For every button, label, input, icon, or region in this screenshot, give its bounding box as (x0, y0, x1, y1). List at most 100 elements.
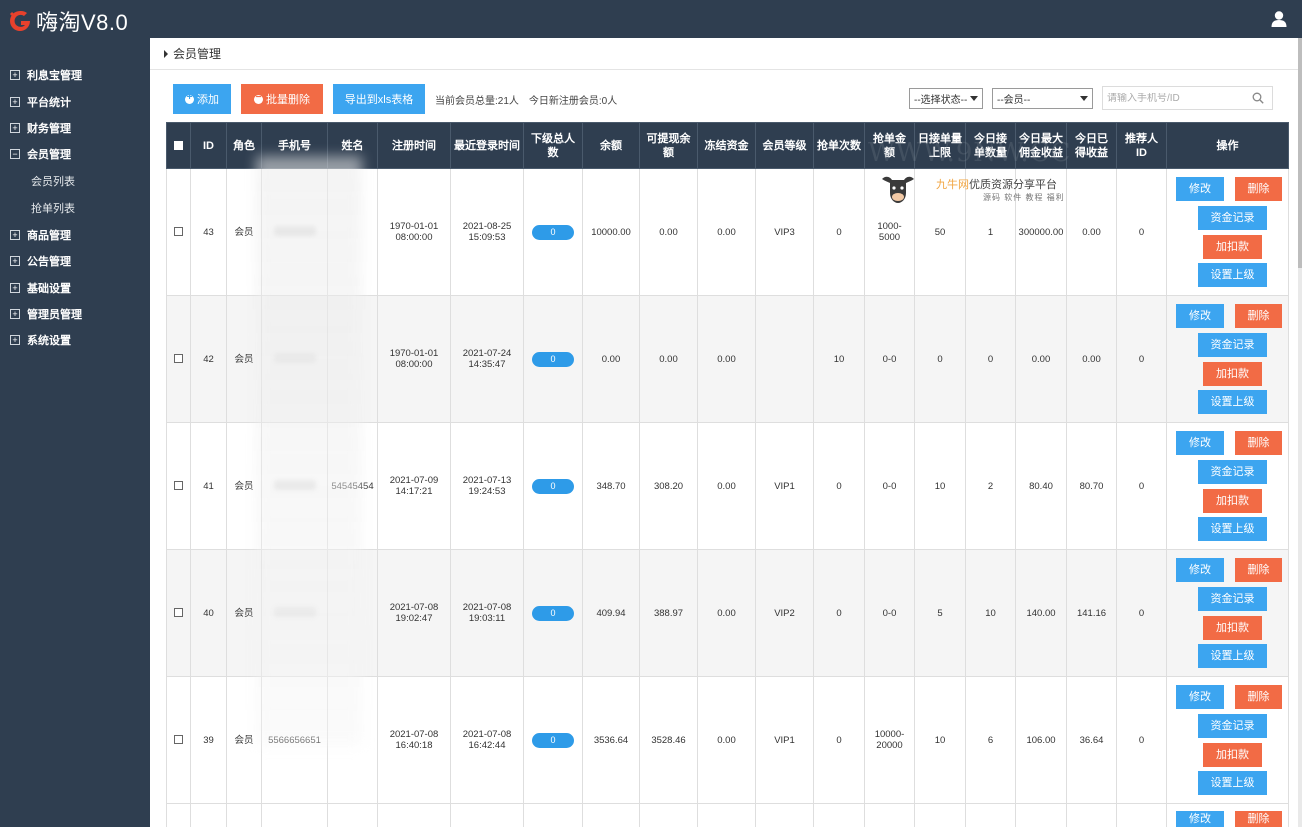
cell-empty (226, 803, 262, 827)
edit-button[interactable]: 修改 (1176, 558, 1224, 582)
chevron-down-icon (1080, 96, 1088, 101)
edit-button[interactable]: 修改 (1176, 304, 1224, 328)
subordinates-badge[interactable]: 0 (532, 351, 574, 367)
plus-circle-icon (185, 92, 194, 104)
select-all-checkbox[interactable] (174, 141, 183, 151)
cell-id: 42 (190, 295, 227, 423)
scrollbar-thumb[interactable] (1298, 38, 1302, 268)
select-all-header[interactable] (166, 122, 191, 169)
sidebar-item-stats[interactable]: + 平台统计 (0, 88, 150, 114)
sidebar-item-basic[interactable]: + 基础设置 (0, 274, 150, 300)
reg-clock: 14:17:21 (395, 486, 433, 497)
sidebar-item-finance[interactable]: + 财务管理 (0, 115, 150, 141)
cell-level: VIP3 (755, 168, 814, 296)
sidebar-item-notice[interactable]: + 公告管理 (0, 248, 150, 274)
blurred-phone (273, 606, 316, 617)
sidebar-item-goods[interactable]: + 商品管理 (0, 222, 150, 248)
delete-button[interactable]: 删除 (1235, 558, 1282, 582)
fund-record-button[interactable]: 资金记录 (1198, 714, 1267, 738)
batch-delete-button[interactable]: 批量删除 (241, 84, 323, 114)
adjust-balance-button[interactable]: 加扣款 (1203, 362, 1262, 386)
sidebar-item-interest[interactable]: + 利息宝管理 (0, 62, 150, 88)
reg-clock: 19:02:47 (395, 613, 433, 624)
status-select[interactable]: --选择状态-- (909, 88, 983, 109)
sidebar-subitem-grab-list[interactable]: 抢单列表 (0, 195, 150, 222)
sidebar-item-label: 商品管理 (27, 229, 71, 242)
row-checkbox[interactable] (174, 227, 183, 237)
cell-today-orders: 2 (965, 422, 1016, 550)
fund-record-button[interactable]: 资金记录 (1198, 460, 1267, 484)
fund-record-button[interactable]: 资金记录 (1198, 206, 1267, 230)
reg-clock: 16:40:18 (395, 740, 433, 751)
edit-button[interactable]: 修改 (1176, 431, 1224, 455)
user-icon[interactable] (1270, 10, 1288, 28)
adjust-balance-button[interactable]: 加扣款 (1203, 743, 1262, 767)
cell-grab-amount: 0-0 (864, 549, 915, 677)
subordinates-badge[interactable]: 0 (532, 605, 574, 621)
cell-empty (523, 803, 583, 827)
member-table: ID 角色 手机号 姓名 注册时间 最近登录时间 下级总人数 余额 可提现余额 … (166, 122, 1289, 827)
set-superior-button[interactable]: 设置上级 (1198, 771, 1267, 795)
expand-icon: + (10, 282, 20, 293)
member-type-select[interactable]: --会员-- (992, 88, 1093, 109)
sidebar-item-label: 利息宝管理 (27, 70, 82, 83)
expand-icon: + (10, 96, 20, 107)
adjust-balance-button[interactable]: 加扣款 (1203, 235, 1262, 259)
sidebar-item-system[interactable]: + 系统设置 (0, 327, 150, 353)
subordinates-badge[interactable]: 0 (532, 224, 574, 240)
delete-button[interactable]: 删除 (1235, 685, 1282, 709)
cell-grab-amount: 1000-5000 (864, 168, 915, 296)
subordinates-badge[interactable]: 0 (532, 732, 574, 748)
cell-balance: 409.94 (582, 549, 640, 677)
table-row: 39 会员 5566656651 2021-07-08 16:40:18 2021-07-… (166, 676, 1289, 804)
export-xls-button[interactable]: 导出到xls表格 (333, 84, 425, 114)
search-icon[interactable] (1252, 92, 1264, 104)
search-input[interactable] (1107, 92, 1247, 104)
adjust-balance-button[interactable]: 加扣款 (1203, 489, 1262, 513)
delete-button[interactable]: 删除 (1235, 431, 1282, 455)
action-group: 修改 删除 (1169, 809, 1286, 827)
delete-button[interactable]: 删除 (1235, 810, 1282, 827)
adjust-balance-button[interactable]: 加扣款 (1203, 616, 1262, 640)
row-checkbox[interactable] (174, 481, 183, 491)
logo[interactable]: 嗨淘V8.0 (6, 5, 128, 37)
col-grab-amount: 抢单金额 (864, 122, 915, 169)
subordinates-badge[interactable]: 0 (532, 478, 574, 494)
cell-name (327, 295, 378, 423)
edit-button[interactable]: 修改 (1176, 685, 1224, 709)
sidebar-item-label: 基础设置 (27, 282, 71, 295)
total-members: 当前会员总量:21人 (435, 95, 519, 107)
set-superior-button[interactable]: 设置上级 (1198, 390, 1267, 414)
cell-select (166, 168, 191, 296)
cell-role: 会员 (226, 676, 262, 804)
table-row: 41 会员 54545454 2021-07-09 14:17:21 2021-07-13… (166, 422, 1289, 550)
sidebar-item-admin[interactable]: + 管理员管理 (0, 301, 150, 327)
sidebar-item-members[interactable]: − 会员管理 (0, 141, 150, 167)
cell-grab-amount: 0-0 (864, 295, 915, 423)
cell-actions: 修改 删除 (1166, 803, 1289, 827)
breadcrumb-label: 会员管理 (173, 47, 222, 61)
table-row: 42 会员 1970-01-01 08:00:00 2021-07-24 14:35:47… (166, 295, 1289, 423)
set-superior-button[interactable]: 设置上级 (1198, 263, 1267, 287)
set-superior-button[interactable]: 设置上级 (1198, 644, 1267, 668)
today-new-members: 今日新注册会员:0人 (528, 95, 618, 107)
table-header-row: ID 角色 手机号 姓名 注册时间 最近登录时间 下级总人数 余额 可提现余额 … (166, 122, 1289, 169)
set-superior-button[interactable]: 设置上级 (1198, 517, 1267, 541)
edit-button[interactable]: 修改 (1176, 810, 1224, 827)
col-reg-time: 注册时间 (377, 122, 451, 169)
add-button[interactable]: 添加 (173, 84, 231, 114)
row-checkbox[interactable] (174, 608, 183, 618)
sidebar-subitem-member-list[interactable]: 会员列表 (0, 168, 150, 195)
row-checkbox[interactable] (174, 354, 183, 364)
row-checkbox[interactable] (174, 735, 183, 745)
fund-record-button[interactable]: 资金记录 (1198, 587, 1267, 611)
delete-button[interactable]: 删除 (1235, 177, 1282, 201)
fund-record-button[interactable]: 资金记录 (1198, 333, 1267, 357)
toolbar: 添加 批量删除 导出到xls表格 当前会员总量:21人今日新注册会员:0人 --… (173, 84, 1283, 114)
cell-max-commission: 106.00 (1015, 676, 1067, 804)
table-row: 43 会员 1970-01-01 08:00:00 2021-08-25 15:09:53… (166, 168, 1289, 296)
cell-grab-count: 0 (813, 168, 865, 296)
delete-button[interactable]: 删除 (1235, 304, 1282, 328)
col-referrer: 推荐人ID (1116, 122, 1167, 169)
edit-button[interactable]: 修改 (1176, 177, 1224, 201)
